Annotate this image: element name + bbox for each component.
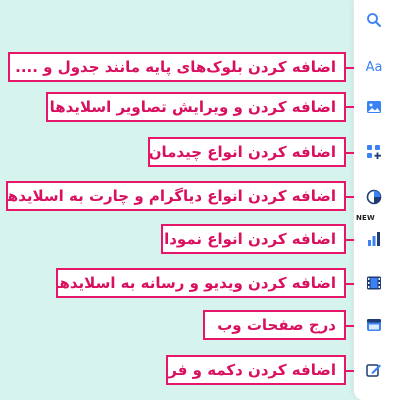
- callout-add-charts: اضافه کردن انواع نمودار: [161, 224, 346, 254]
- text-blocks-glyph: Aa: [365, 59, 383, 75]
- button-form-icon: [366, 362, 382, 378]
- add-diagram-button[interactable]: [354, 182, 394, 212]
- add-layout-button[interactable]: [354, 137, 394, 167]
- new-badge: NEW: [356, 214, 375, 222]
- video-media-icon: [366, 275, 382, 291]
- text-blocks-icon: Aa: [366, 60, 383, 75]
- callout-add-blocks: اضافه کردن بلوک‌های پایه مانند جدول و ..…: [8, 52, 346, 82]
- search-button[interactable]: [354, 5, 394, 35]
- slide-tools-toolbar: Aa NEW: [353, 0, 395, 400]
- add-button-form-button[interactable]: [354, 355, 394, 385]
- callout-add-images: اضافه کردن و ویرایش تصاویر اسلایدها: [46, 92, 346, 122]
- add-blocks-button[interactable]: Aa: [354, 52, 394, 82]
- add-image-button[interactable]: [354, 92, 394, 122]
- web-page-icon: [366, 318, 382, 332]
- callout-add-video: اضافه کردن ویدیو و رسانه به اسلایدها: [56, 268, 346, 298]
- image-icon: [366, 100, 382, 114]
- callout-add-layouts: اضافه کردن انواع چیدمان: [148, 137, 346, 167]
- callout-add-button-form: اضافه کردن دکمه و فرم: [166, 355, 346, 385]
- layout-add-icon: [366, 144, 382, 160]
- callout-add-diagrams: اضافه کردن انواع دیاگرام و چارت به اسلای…: [6, 181, 346, 211]
- add-chart-button[interactable]: [354, 224, 394, 254]
- diagram-chart-icon: [366, 189, 382, 205]
- add-video-button[interactable]: [354, 268, 394, 298]
- bar-chart-icon: [366, 231, 382, 247]
- embed-web-button[interactable]: [354, 310, 394, 340]
- callout-embed-web: درج صفحات وب: [203, 310, 346, 340]
- search-icon: [366, 12, 382, 28]
